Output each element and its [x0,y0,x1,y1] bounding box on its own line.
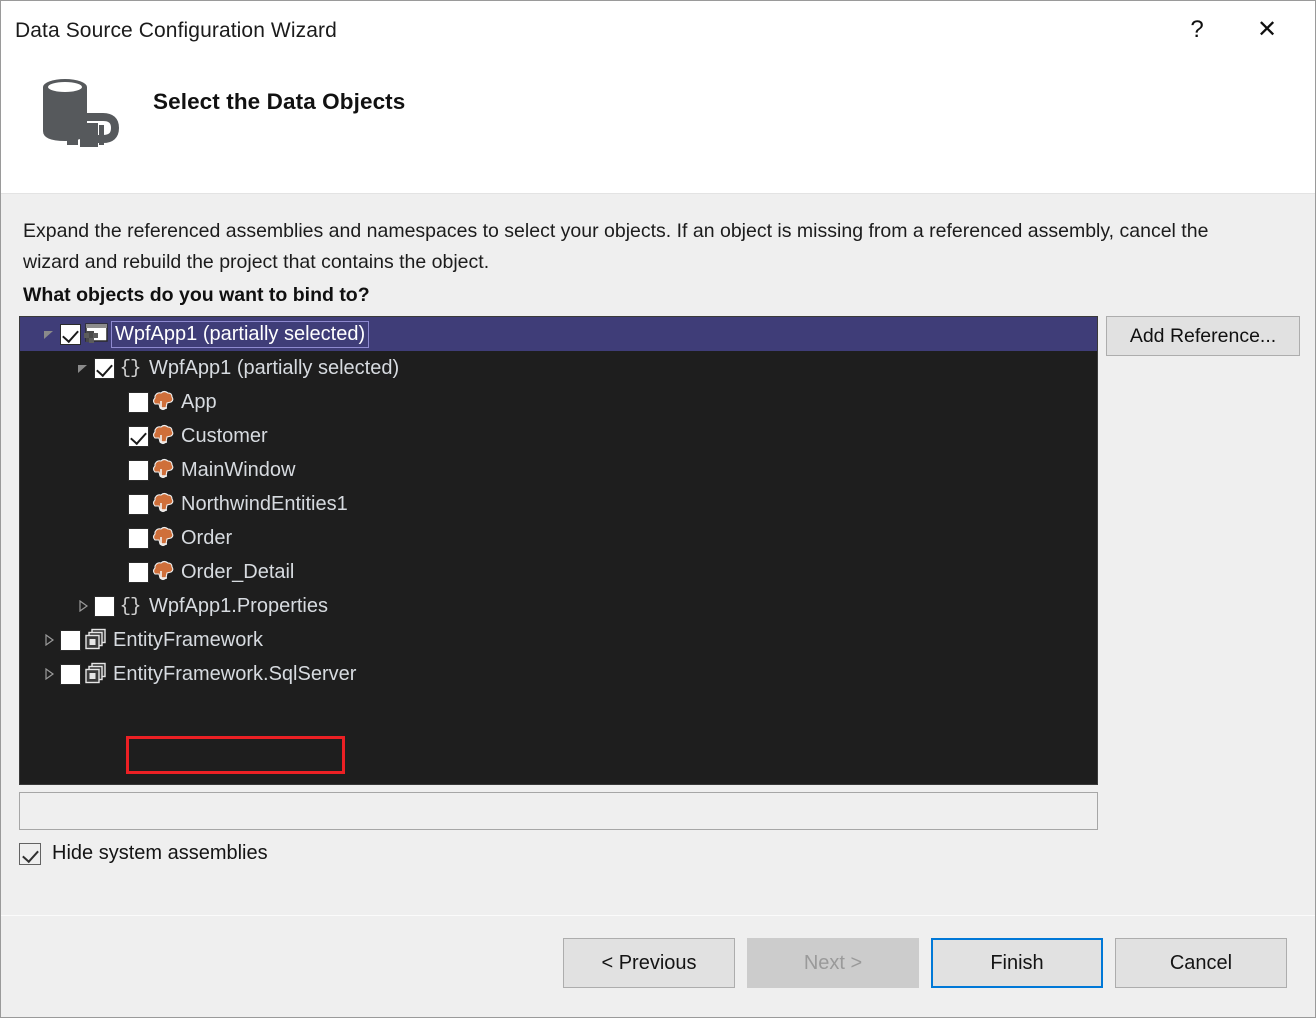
tree-item-checkbox[interactable] [94,596,115,617]
tree-item-label: EntityFramework [113,629,263,652]
tree-item-label: EntityFramework.SqlServer [113,663,356,686]
add-reference-button[interactable]: Add Reference... [1106,316,1300,356]
tree-item-label: App [181,391,217,414]
hide-system-assemblies-label: Hide system assemblies [52,842,268,865]
tree-item-app[interactable]: App [20,385,1097,419]
cancel-button[interactable]: Cancel [1115,938,1287,988]
twisty-placeholder [106,419,128,453]
tree-item-checkbox[interactable] [60,664,81,685]
finish-button[interactable]: Finish [931,938,1103,988]
twisty-placeholder [106,555,128,589]
title-bar: Data Source Configuration Wizard ? ✕ [1,1,1315,63]
tree-item-label: Order_Detail [181,561,294,584]
tree-item-northwindentities1[interactable]: NorthwindEntities1 [20,487,1097,521]
close-button[interactable]: ✕ [1244,7,1290,53]
tree-item-wpfapp1-partially-selected[interactable]: {} WpfApp1 (partially selected) [20,351,1097,385]
dialog-footer: < Previous Next > Finish Cancel [1,915,1315,1017]
database-plug-icon [31,73,123,155]
tree-item-label: WpfApp1.Properties [149,595,328,618]
chevron-right-icon[interactable] [38,623,60,657]
tree-item-label: MainWindow [181,459,295,482]
tree-item-entityframework-sqlserver[interactable]: EntityFramework.SqlServer [20,657,1097,691]
tree-item-checkbox[interactable] [60,630,81,651]
tree-item-checkbox[interactable] [128,392,149,413]
question-mark-icon: ? [1190,18,1203,42]
assembly-icon [83,627,109,653]
tree-item-checkbox[interactable] [128,460,149,481]
dialog-header: Select the Data Objects [1,63,1315,194]
previous-button[interactable]: < Previous [563,938,735,988]
twisty-placeholder [106,487,128,521]
twisty-placeholder [106,521,128,555]
class-icon [151,559,177,585]
class-icon [151,491,177,517]
annotation-highlight-box [126,736,345,774]
chevron-down-icon[interactable] [72,351,94,385]
page-title: Select the Data Objects [153,89,405,115]
class-icon [151,389,177,415]
object-description-box [19,792,1098,830]
class-icon [151,423,177,449]
hide-system-assemblies-checkbox[interactable]: Hide system assemblies [19,842,268,865]
window-title: Data Source Configuration Wizard [15,19,337,43]
twisty-placeholder [106,385,128,419]
project-icon [83,321,109,347]
chevron-down-icon[interactable] [38,317,60,351]
data-source-configuration-wizard-dialog: Data Source Configuration Wizard ? ✕ [0,0,1316,1018]
class-icon [151,457,177,483]
tree-item-customer[interactable]: Customer [20,419,1097,453]
tree-item-checkbox[interactable] [94,358,115,379]
tree-item-checkbox[interactable] [128,494,149,515]
tree-item-mainwindow[interactable]: MainWindow [20,453,1097,487]
next-button: Next > [747,938,919,988]
assembly-icon [83,661,109,687]
data-objects-tree[interactable]: WpfApp1 (partially selected) {} WpfApp1 (p… [19,316,1098,785]
tree-item-checkbox[interactable] [60,324,81,345]
twisty-placeholder [106,453,128,487]
close-icon: ✕ [1257,18,1277,42]
tree-item-wpfapp1-properties[interactable]: {} WpfApp1.Properties [20,589,1097,623]
help-button[interactable]: ? [1174,7,1220,53]
chevron-right-icon[interactable] [72,589,94,623]
tree-item-checkbox[interactable] [128,528,149,549]
tree-item-order-detail[interactable]: Order_Detail [20,555,1097,589]
checkmark-icon [19,843,41,865]
tree-item-order[interactable]: Order [20,521,1097,555]
tree-item-label: Customer [181,425,268,448]
tree-item-label: NorthwindEntities1 [181,493,348,516]
tree-item-entityframework[interactable]: EntityFramework [20,623,1097,657]
tree-item-checkbox[interactable] [128,426,149,447]
tree-item-label: Order [181,527,232,550]
dialog-body: Expand the referenced assemblies and nam… [1,194,1315,915]
tree-item-wpfapp1-partially-selected[interactable]: WpfApp1 (partially selected) [20,317,1097,351]
tree-item-label: WpfApp1 (partially selected) [149,357,399,380]
chevron-right-icon[interactable] [38,657,60,691]
tree-item-label: WpfApp1 (partially selected) [113,323,367,346]
instruction-text: Expand the referenced assemblies and nam… [23,216,1263,278]
class-icon [151,525,177,551]
tree-item-checkbox[interactable] [128,562,149,583]
namespace-icon: {} [117,595,143,617]
question-label: What objects do you want to bind to? [23,284,370,307]
namespace-icon: {} [117,357,143,379]
